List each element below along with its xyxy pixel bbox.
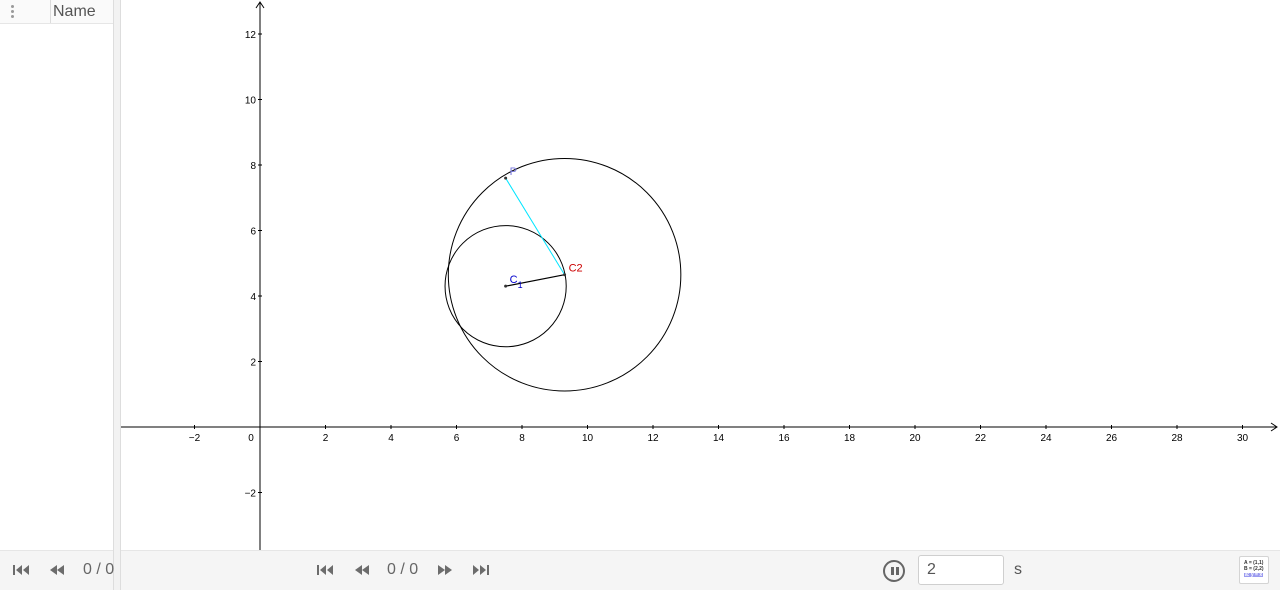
point[interactable] <box>504 176 508 180</box>
y-tick-group: 12 10 8 6 4 2 −2 <box>245 30 262 500</box>
algebra-playback-bar: 0 / 0 <box>0 550 115 590</box>
points-group: P C1 C2 <box>504 166 583 290</box>
point[interactable] <box>504 284 508 288</box>
y-tick-label: 2 <box>250 358 256 369</box>
point-label: C1 <box>510 274 523 290</box>
y-tick-label: 12 <box>245 30 257 41</box>
speed-input[interactable] <box>918 555 1004 585</box>
algebra-step-counter: 0 / 0 <box>83 561 115 578</box>
x-tick-label: 12 <box>647 433 659 444</box>
x-tick-label: 24 <box>1040 433 1052 444</box>
graphics-view[interactable]: −2 0 2 4 6 8 10 12 14 16 18 20 22 24 26 28 30 12108642−2… <box>121 0 1280 550</box>
algebra-icon-line: A = (1,1) <box>1244 560 1264 566</box>
pause-icon <box>891 567 894 575</box>
x-tick-label: 0 <box>248 433 254 444</box>
playback-toolbar: 0 / 0 s A = (1,1) B = (2,2) a: y = x <box>121 550 1280 590</box>
previous-step-icon[interactable] <box>353 563 373 579</box>
x-tick-label: 10 <box>582 433 594 444</box>
x-tick-label: 30 <box>1237 433 1249 444</box>
y-tick-label: 6 <box>250 227 256 238</box>
last-step-icon[interactable] <box>472 563 492 579</box>
x-tick-label: 26 <box>1106 433 1118 444</box>
algebra-panel: Name <box>0 0 113 550</box>
menu-dots-icon[interactable] <box>8 3 16 19</box>
name-column-header[interactable]: Name <box>53 3 96 21</box>
x-tick-label: 2 <box>323 433 329 444</box>
next-step-icon[interactable] <box>436 563 456 579</box>
point-label: C2 <box>569 263 583 275</box>
panel-splitter[interactable] <box>113 0 121 590</box>
speed-unit-label: s <box>1014 561 1022 578</box>
x-tick-label: 16 <box>778 433 790 444</box>
x-tick-label: 22 <box>975 433 987 444</box>
x-tick-label: −2 <box>189 433 201 444</box>
algebra-header: Name <box>0 0 113 24</box>
x-tick-label: 28 <box>1171 433 1183 444</box>
step-counter: 0 / 0 <box>387 561 419 578</box>
x-tick-label: 14 <box>713 433 725 444</box>
first-step-icon[interactable] <box>12 563 32 579</box>
x-tick-label: 4 <box>388 433 394 444</box>
y-tick-label: 10 <box>245 96 257 107</box>
pause-button[interactable] <box>883 560 905 582</box>
x-tick-label: 20 <box>909 433 921 444</box>
first-step-icon[interactable] <box>316 563 336 579</box>
x-tick-label: 8 <box>519 433 525 444</box>
x-tick-group: −2 0 2 4 6 8 10 12 14 16 18 20 22 24 26 28 30 <box>189 425 1249 444</box>
x-tick-label: 6 <box>454 433 460 444</box>
algebra-icon-line: a: y = x <box>1244 572 1264 578</box>
algebra-view-toggle-icon[interactable]: A = (1,1) B = (2,2) a: y = x <box>1239 556 1269 584</box>
column-divider <box>50 0 51 23</box>
segments-group <box>505 177 566 287</box>
x-tick-label: 18 <box>844 433 856 444</box>
y-tick-label: 4 <box>250 292 256 303</box>
previous-step-icon[interactable] <box>48 563 68 579</box>
point-label: P <box>510 166 517 178</box>
point[interactable] <box>563 273 567 277</box>
axes <box>121 1 1278 550</box>
algebra-icon-line: B = (2,2) <box>1244 566 1264 572</box>
y-tick-label: 8 <box>250 161 256 172</box>
y-tick-label: −2 <box>245 489 257 500</box>
